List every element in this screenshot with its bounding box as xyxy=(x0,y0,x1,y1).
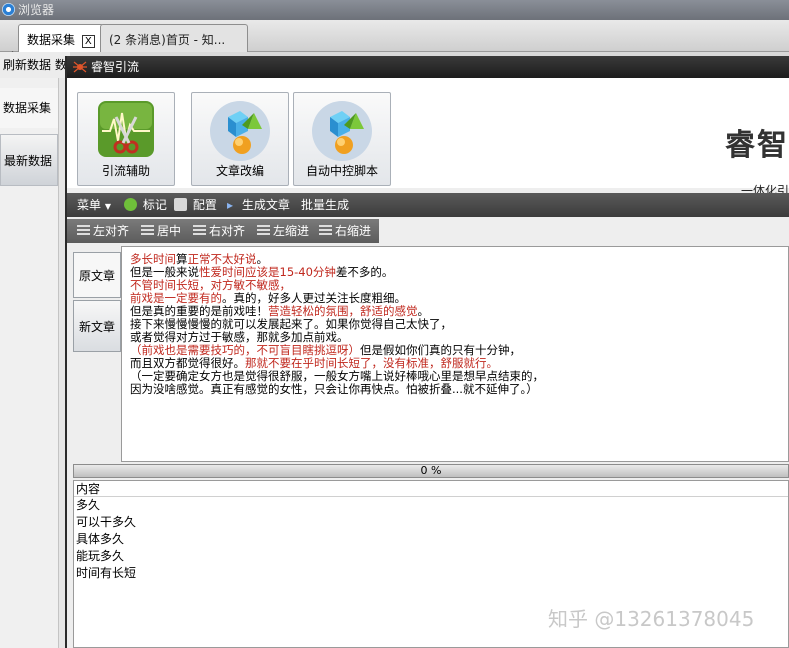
refresh-data-button[interactable]: 刷新数据 数 xyxy=(0,52,70,78)
refresh-data-label: 刷新数据 数 xyxy=(3,58,67,72)
play-icon: ▸ xyxy=(227,198,234,212)
mark-button[interactable]: 标记 xyxy=(124,193,167,217)
cubes-icon xyxy=(210,101,270,161)
config-label: 配置 xyxy=(192,198,217,212)
editor-text: 但是假如你们真的只有十分钟， xyxy=(360,343,521,357)
align-right-icon xyxy=(193,225,206,236)
browser-logo-icon xyxy=(2,3,15,16)
tab-zhihu[interactable]: (2 条消息)首页 - 知... xyxy=(100,24,248,52)
big-toolbar: 引流辅助 文章改编 自动中控脚本 睿智 一体化引 xyxy=(67,78,789,198)
editor-text: 。真的，好多人更过关注长度粗细。 xyxy=(222,291,406,305)
article-tabs: 原文章 新文章 xyxy=(67,246,121,456)
align-center-button[interactable]: 居中 xyxy=(141,219,181,243)
editor-text: 因为没啥感觉。真正有感觉的女性，只会让你再快点。怕被折叠...就不延伸了。） xyxy=(130,382,538,396)
highlighted-text: 多长时间 xyxy=(130,252,176,266)
article-rewrite-button[interactable]: 文章改编 xyxy=(191,92,289,186)
check-icon xyxy=(124,198,137,211)
editor-text: （一定要确定女方也是觉得很舒服，一般女方嘴上说好棒哦心里是想早点结束的， xyxy=(130,369,544,383)
nav-data-collection[interactable]: 数据采集 xyxy=(0,88,58,128)
config-icon xyxy=(174,198,187,211)
menu-dropdown[interactable]: 菜单 ▼ xyxy=(77,193,111,219)
app-titlebar: 睿智引流 xyxy=(67,56,789,78)
browser-tabbar: 数据采集 X (2 条消息)首页 - 知... xyxy=(0,20,789,64)
editor-text: 或者觉得对方过于敏感，那就多加点前戏。 xyxy=(130,330,349,344)
highlighted-text: 不管时间长短，对方敏不敏感， xyxy=(130,278,291,292)
align-right-label: 右对齐 xyxy=(209,224,246,238)
article-editor[interactable]: 多长时间算正常不太好说。 但是一般来说性爱时间应该是15-40分钟差不多的。 不管时… xyxy=(121,246,789,462)
editor-text: 。 xyxy=(256,252,269,266)
editor-text: 。 xyxy=(417,304,430,318)
highlighted-text: 正常不太好说 xyxy=(187,252,257,266)
editor-line: 因为没啥感觉。真正有感觉的女性，只会让你再快点。怕被折叠...就不延伸了。） xyxy=(130,383,780,396)
mark-label: 标记 xyxy=(142,198,167,212)
indent-left-label: 左缩进 xyxy=(273,224,310,238)
chevron-down-icon: ▼ xyxy=(104,202,111,211)
traffic-assist-label: 引流辅助 xyxy=(101,164,150,178)
auto-script-label: 自动中控脚本 xyxy=(305,164,378,178)
editor-text: 而且双方都觉得很好。 xyxy=(130,356,245,370)
highlighted-text: 性爱时间应该是15-40分钟 xyxy=(199,265,336,279)
list-item[interactable]: 多久 xyxy=(74,497,788,514)
tab-data-collection-label: 数据采集 xyxy=(27,33,76,47)
list-item[interactable]: 可以干多久 xyxy=(74,514,788,531)
editor-text: 算 xyxy=(176,252,188,266)
progress-bar: 0 % xyxy=(73,464,789,478)
app-window: 睿智引流 引流辅助 文章改编 自动中控脚本 睿智 一体化引 菜单 ▼ 标记 配置… xyxy=(65,56,789,648)
menu-label: 菜单 xyxy=(77,198,102,212)
generate-article-label: 生成文章 xyxy=(241,198,290,212)
menu-bar: 菜单 ▼ 标记 配置 ▸ 生成文章 批量生成 xyxy=(67,193,789,217)
indent-right-label: 右缩进 xyxy=(335,224,372,238)
spider-icon xyxy=(73,61,87,73)
align-left-button[interactable]: 左对齐 xyxy=(77,219,129,243)
tab-original-article[interactable]: 原文章 xyxy=(73,252,121,298)
list-item[interactable]: 具体多久 xyxy=(74,531,788,548)
highlighted-text: 营造轻松的氛围，舒适的感觉 xyxy=(268,304,418,318)
indent-left-button[interactable]: 左缩进 xyxy=(257,219,309,243)
list-item[interactable]: 能玩多久 xyxy=(74,548,788,565)
scissors-chart-icon xyxy=(98,101,154,157)
generate-article-button[interactable]: ▸ 生成文章 xyxy=(227,193,290,217)
tab-new-article[interactable]: 新文章 xyxy=(73,300,121,352)
align-left-icon xyxy=(77,225,90,236)
align-center-icon xyxy=(141,225,154,236)
editor-text: 但是一般来说 xyxy=(130,265,199,279)
list-header: 内容 xyxy=(74,481,788,497)
align-center-label: 居中 xyxy=(157,224,182,238)
watermark: 知乎 @13261378045 xyxy=(548,607,755,631)
left-nav-panel: 数据采集 最新数据 xyxy=(0,78,70,648)
traffic-assist-button[interactable]: 引流辅助 xyxy=(77,92,175,186)
browser-title: 浏览器 xyxy=(18,3,55,17)
highlighted-text: 前戏是一定要有的 xyxy=(130,291,222,305)
article-rewrite-label: 文章改编 xyxy=(215,164,264,178)
auto-script-button[interactable]: 自动中控脚本 xyxy=(293,92,391,186)
browser-titlebar: 浏览器 xyxy=(0,0,789,20)
app-title: 睿智引流 xyxy=(91,60,140,74)
indent-left-icon xyxy=(257,225,270,236)
editor-text: 但是真的重要的是前戏哇！ xyxy=(130,304,268,318)
tab-data-collection[interactable]: 数据采集 X xyxy=(18,24,104,52)
config-button[interactable]: 配置 xyxy=(174,193,217,217)
nav-latest-data[interactable]: 最新数据 xyxy=(0,134,58,186)
editor-text: 差不多的。 xyxy=(335,265,394,279)
progress-text: 0 % xyxy=(420,464,442,477)
highlighted-text: 那就不要在乎时间长短了，没有标准，舒服就行。 xyxy=(245,356,498,370)
batch-generate-button[interactable]: 批量生成 xyxy=(301,193,349,217)
format-bar: 左对齐 居中 右对齐 左缩进 右缩进 xyxy=(67,219,379,243)
cubes-icon xyxy=(312,101,372,161)
align-left-label: 左对齐 xyxy=(93,224,130,238)
close-tab-icon[interactable]: X xyxy=(81,35,95,48)
indent-right-icon xyxy=(319,225,332,236)
tab-zhihu-label: (2 条消息)首页 - 知... xyxy=(109,33,226,47)
brand-name: 睿智 xyxy=(725,128,789,163)
list-item[interactable]: 时间有长短 xyxy=(74,565,788,582)
indent-right-button[interactable]: 右缩进 xyxy=(319,219,371,243)
highlighted-text: （前戏也是需要技巧的，不可盲目瞎挑逗呀） xyxy=(130,343,360,357)
editor-text: 接下来慢慢慢慢的就可以发展起来了。如果你觉得自己太快了， xyxy=(130,317,452,331)
align-right-button[interactable]: 右对齐 xyxy=(193,219,245,243)
